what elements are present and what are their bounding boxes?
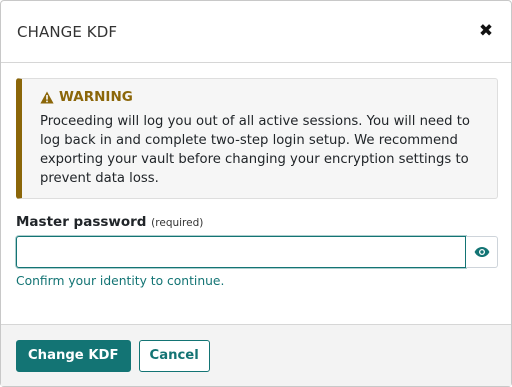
helper-text: Confirm your identity to continue.: [16, 274, 225, 288]
dialog-title: CHANGE KDF: [17, 22, 118, 41]
master-password-label-text: Master password: [16, 214, 147, 230]
close-button[interactable]: ✖: [475, 21, 497, 43]
close-icon: ✖: [478, 21, 494, 41]
warning-text: Proceeding will log you out of all activ…: [40, 114, 470, 186]
required-marker: (required): [151, 217, 204, 229]
dialog-footer: Change KDF Cancel: [1, 324, 511, 386]
dialog-body: WARNING Proceeding will log you out of a…: [1, 63, 511, 288]
change-kdf-dialog: CHANGE KDF ✖ WARNING Proceeding will log…: [0, 0, 512, 387]
toggle-visibility-button[interactable]: [466, 236, 498, 268]
eye-icon: [474, 247, 489, 257]
warning-heading: WARNING: [40, 89, 477, 105]
change-kdf-button[interactable]: Change KDF: [16, 339, 131, 372]
master-password-input[interactable]: [16, 236, 466, 268]
warning-triangle-icon: [40, 91, 54, 103]
warning-title: WARNING: [59, 89, 133, 105]
warning-callout: WARNING Proceeding will log you out of a…: [16, 78, 498, 199]
cancel-button[interactable]: Cancel: [138, 339, 210, 372]
master-password-group: [16, 236, 498, 268]
master-password-label: Master password (required): [16, 214, 496, 230]
dialog-header: CHANGE KDF ✖: [1, 1, 511, 63]
